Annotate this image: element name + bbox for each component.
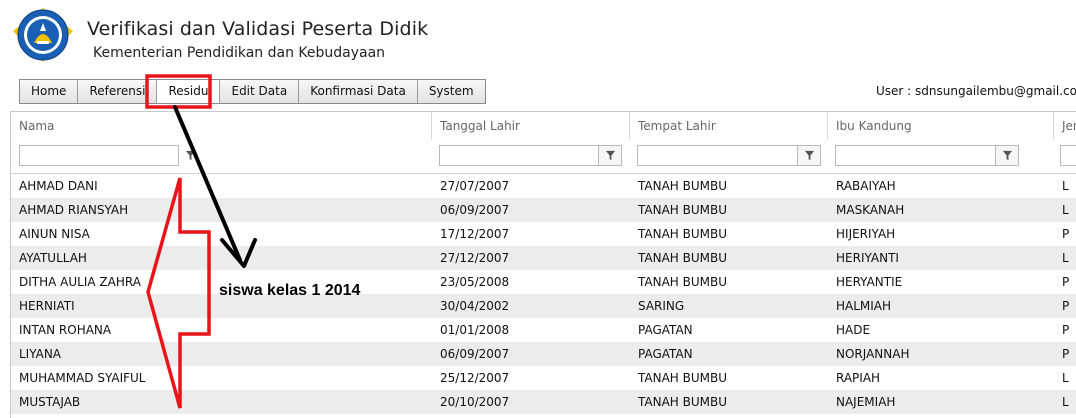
cell-ibu-kandung: RAPIAH (836, 371, 881, 385)
filter-icon (804, 150, 814, 161)
column-header-ibu-kandung[interactable]: Ibu Kandung (828, 112, 1054, 140)
cell-ibu-kandung: HERYANTIE (836, 275, 903, 289)
cell-nama: LIYANA (19, 347, 62, 361)
main-menu-bar: Home Referensi Residu Edit Data Konfirma… (19, 79, 486, 104)
cell-tempat-lahir: TANAH BUMBU (638, 275, 728, 289)
cell-tanggal-lahir: 25/12/2007 (440, 371, 510, 385)
cell-jenis-kelamin: P (1062, 275, 1070, 289)
table-row[interactable]: MUHAMMAD SYAIFUL 25/12/2007 TANAH BUMBU … (11, 366, 1076, 390)
cell-ibu-kandung: NAJEMIAH (836, 395, 896, 409)
table-row[interactable]: AHMAD RIANSYAH 06/09/2007 TANAH BUMBU MA… (11, 198, 1076, 222)
cell-tempat-lahir: TANAH BUMBU (638, 203, 728, 217)
cell-jenis-kelamin: P (1062, 323, 1070, 337)
cell-nama: AYATULLAH (19, 251, 87, 265)
cell-tanggal-lahir: 17/12/2007 (440, 227, 510, 241)
menu-item-system[interactable]: System (418, 80, 485, 103)
cell-ibu-kandung: MASKANAH (836, 203, 905, 217)
student-data-grid: Nama Tanggal Lahir Tempat Lahir Ibu Kand… (10, 111, 1076, 418)
cell-jenis-kelamin: L (1062, 251, 1069, 265)
cell-jenis-kelamin: P (1062, 299, 1070, 313)
menu-item-konfirmasi-data[interactable]: Konfirmasi Data (299, 80, 418, 103)
cell-jenis-kelamin: L (1062, 203, 1069, 217)
menu-item-home[interactable]: Home (20, 80, 79, 103)
column-header-tempat-lahir[interactable]: Tempat Lahir (630, 112, 828, 140)
cell-ibu-kandung: NORJANNAH (836, 347, 910, 361)
app-subtitle: Kementerian Pendidikan dan Kebudayaan (93, 45, 386, 61)
filter-button-ibu-kandung[interactable] (996, 145, 1019, 166)
cell-tanggal-lahir: 27/12/2007 (440, 251, 510, 265)
cell-ibu-kandung: HERIYANTI (836, 251, 899, 265)
grid-header-row: Nama Tanggal Lahir Tempat Lahir Ibu Kand… (11, 112, 1076, 140)
filter-button-tanggal-lahir[interactable] (599, 145, 622, 166)
grid-filter-row (11, 140, 1076, 174)
cell-tanggal-lahir: 30/04/2002 (440, 299, 510, 313)
cell-jenis-kelamin: L (1062, 371, 1069, 385)
cell-tanggal-lahir: 20/10/2007 (440, 395, 510, 409)
cell-nama: MUHAMMAD SYAIFUL (19, 371, 146, 385)
filter-button-nama[interactable] (179, 145, 202, 166)
cell-jenis-kelamin: P (1062, 347, 1070, 361)
grid-rows: AHMAD DANI 27/07/2007 TANAH BUMBU RABAIY… (11, 174, 1076, 414)
cell-tanggal-lahir: 06/09/2007 (440, 347, 510, 361)
menu-item-referensi[interactable]: Referensi (78, 80, 158, 103)
user-info: User : sdnsungailembu@gmail.com, S (876, 84, 1076, 98)
cell-tempat-lahir: SARING (638, 299, 685, 313)
cell-ibu-kandung: HADE (836, 323, 871, 337)
filter-input-nama[interactable] (19, 145, 179, 166)
table-row[interactable]: DITHA AULIA ZAHRA 23/05/2008 TANAH BUMBU… (11, 270, 1076, 294)
table-row[interactable]: AYATULLAH 27/12/2007 TANAH BUMBU HERIYAN… (11, 246, 1076, 270)
table-row[interactable]: HERNIATI 30/04/2002 SARING HALMIAH P (11, 294, 1076, 318)
cell-nama: AINUN NISA (19, 227, 90, 241)
column-header-nama[interactable]: Nama (11, 112, 432, 140)
filter-icon (1002, 150, 1012, 161)
cell-tempat-lahir: PAGATAN (638, 347, 693, 361)
cell-tanggal-lahir: 01/01/2008 (440, 323, 510, 337)
cell-nama: MUSTAJAB (19, 395, 81, 409)
cell-tempat-lahir: PAGATAN (638, 323, 693, 337)
cell-tempat-lahir: TANAH BUMBU (638, 227, 728, 241)
cell-tanggal-lahir: 23/05/2008 (440, 275, 510, 289)
cell-tempat-lahir: TANAH BUMBU (638, 371, 728, 385)
table-row[interactable]: AINUN NISA 17/12/2007 TANAH BUMBU HIJERI… (11, 222, 1076, 246)
app-title: Verifikasi dan Validasi Peserta Didik (87, 18, 429, 40)
cell-tempat-lahir: TANAH BUMBU (638, 179, 728, 193)
cell-ibu-kandung: HIJERIYAH (836, 227, 896, 241)
cell-tanggal-lahir: 06/09/2007 (440, 203, 510, 217)
filter-input-tempat-lahir[interactable] (637, 145, 798, 166)
table-row[interactable]: LIYANA 06/09/2007 PAGATAN NORJANNAH P (11, 342, 1076, 366)
filter-input-jenis-kelamin[interactable] (1060, 145, 1076, 166)
cell-nama: INTAN ROHANA (19, 323, 112, 337)
column-header-jenis-kelamin[interactable]: Jen (1054, 112, 1076, 140)
annotation-label: siswa kelas 1 2014 (219, 282, 361, 299)
cell-jenis-kelamin: P (1062, 227, 1070, 241)
table-row[interactable]: MUSTAJAB 20/10/2007 TANAH BUMBU NAJEMIAH… (11, 390, 1076, 414)
filter-input-ibu-kandung[interactable] (835, 145, 996, 166)
cell-ibu-kandung: HALMIAH (836, 299, 892, 313)
table-row[interactable]: AHMAD DANI 27/07/2007 TANAH BUMBU RABAIY… (11, 174, 1076, 198)
cell-jenis-kelamin: L (1062, 395, 1069, 409)
cell-nama: AHMAD RIANSYAH (19, 203, 129, 217)
filter-button-tempat-lahir[interactable] (798, 145, 821, 166)
menu-item-edit-data[interactable]: Edit Data (220, 80, 300, 103)
cell-tempat-lahir: TANAH BUMBU (638, 251, 728, 265)
tut-wuri-handayani-logo (13, 8, 73, 62)
filter-icon (605, 150, 615, 161)
cell-tempat-lahir: TANAH BUMBU (638, 395, 728, 409)
menu-item-residu[interactable]: Residu (157, 80, 221, 103)
cell-nama: AHMAD DANI (19, 179, 98, 193)
filter-input-tanggal-lahir[interactable] (439, 145, 599, 166)
cell-jenis-kelamin: L (1062, 179, 1069, 193)
cell-ibu-kandung: RABAIYAH (836, 179, 896, 193)
table-row[interactable]: INTAN ROHANA 01/01/2008 PAGATAN HADE P (11, 318, 1076, 342)
cell-tanggal-lahir: 27/07/2007 (440, 179, 510, 193)
column-header-tanggal-lahir[interactable]: Tanggal Lahir (432, 112, 630, 140)
filter-icon (185, 150, 196, 161)
